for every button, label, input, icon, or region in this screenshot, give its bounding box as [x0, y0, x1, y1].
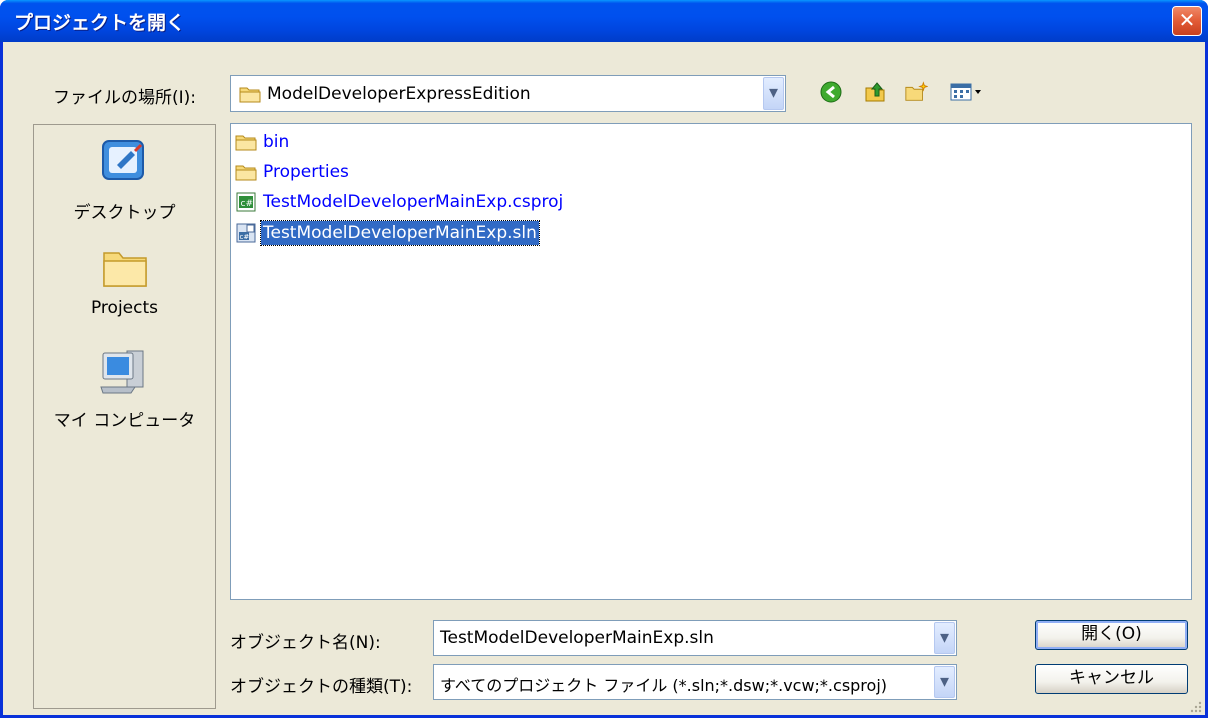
list-item[interactable]: c# TestModelDeveloperMainExp.csproj [235, 189, 565, 215]
resize-grip[interactable] [1189, 699, 1203, 713]
folder-icon [235, 131, 261, 153]
places-bar: デスクトップ Projects マイ コンピュータ [33, 124, 216, 709]
location-value: ModelDeveloperExpressEdition [267, 84, 531, 104]
chevron-down-icon: ▾ [939, 627, 950, 648]
file-list[interactable]: bin Properties c# TestModelDeveloperMain… [230, 123, 1192, 600]
place-my-computer[interactable]: マイ コンピュータ [34, 347, 215, 431]
close-button[interactable]: ✕ [1172, 6, 1202, 36]
place-label: デスクトップ [73, 203, 176, 223]
place-projects[interactable]: Projects [34, 243, 215, 318]
location-dropdown-button[interactable]: ▾ [763, 77, 784, 110]
object-name-input[interactable]: TestModelDeveloperMainExp.sln [440, 628, 714, 648]
svg-text:c#: c# [241, 199, 254, 209]
object-type-dropdown-button[interactable]: ▾ [934, 666, 955, 698]
place-label: Projects [90, 298, 159, 318]
place-label: マイ コンピュータ [53, 411, 196, 431]
chevron-down-icon: ▾ [939, 671, 950, 692]
close-icon: ✕ [1178, 8, 1196, 32]
object-type-value: すべてのプロジェクト ファイル (*.sln;*.dsw;*.vcw;*.csp… [440, 676, 888, 695]
list-item[interactable]: bin [235, 129, 291, 155]
file-name: TestModelDeveloperMainExp.csproj [263, 192, 564, 212]
place-desktop[interactable]: デスクトップ [34, 135, 215, 223]
svg-text:c#: c# [240, 233, 250, 241]
cancel-button[interactable]: キャンセル [1035, 664, 1188, 694]
open-button[interactable]: 開く(O) [1035, 620, 1188, 650]
object-name-label: オブジェクト名(N): [230, 633, 381, 653]
file-name: TestModelDeveloperMainExp.sln [260, 220, 540, 246]
up-folder-icon[interactable] [863, 80, 887, 104]
object-name-combo[interactable]: TestModelDeveloperMainExp.sln ▾ [433, 620, 957, 656]
chevron-down-icon: ▾ [768, 82, 779, 103]
window-title: プロジェクトを開く [14, 12, 186, 34]
list-item[interactable]: Properties [235, 159, 351, 185]
open-project-dialog: プロジェクトを開く ✕ ファイルの場所(I): ModelDeveloperEx… [0, 0, 1208, 718]
location-label: ファイルの場所(I): [53, 88, 197, 108]
object-type-combo[interactable]: すべてのプロジェクト ファイル (*.sln;*.dsw;*.vcw;*.csp… [433, 664, 957, 700]
new-folder-icon[interactable] [904, 80, 928, 104]
object-name-dropdown-button[interactable]: ▾ [934, 622, 955, 654]
title-bar[interactable]: プロジェクトを開く ✕ [0, 0, 1208, 42]
object-type-label: オブジェクトの種類(T): [230, 677, 413, 697]
folder-icon [100, 252, 150, 294]
csproj-icon: c# [235, 191, 261, 213]
folder-icon [239, 84, 261, 108]
my-computer-icon [97, 350, 153, 402]
sln-icon: c# [235, 222, 261, 244]
back-icon[interactable] [819, 80, 843, 104]
desktop-icon [97, 140, 153, 194]
view-menu-icon[interactable] [948, 80, 984, 104]
list-item-selected[interactable]: c# TestModelDeveloperMainExp.sln [235, 220, 540, 246]
location-dropdown[interactable]: ModelDeveloperExpressEdition ▾ [230, 75, 786, 112]
file-name: bin [263, 132, 290, 152]
folder-icon [235, 161, 261, 183]
file-name: Properties [263, 162, 349, 182]
